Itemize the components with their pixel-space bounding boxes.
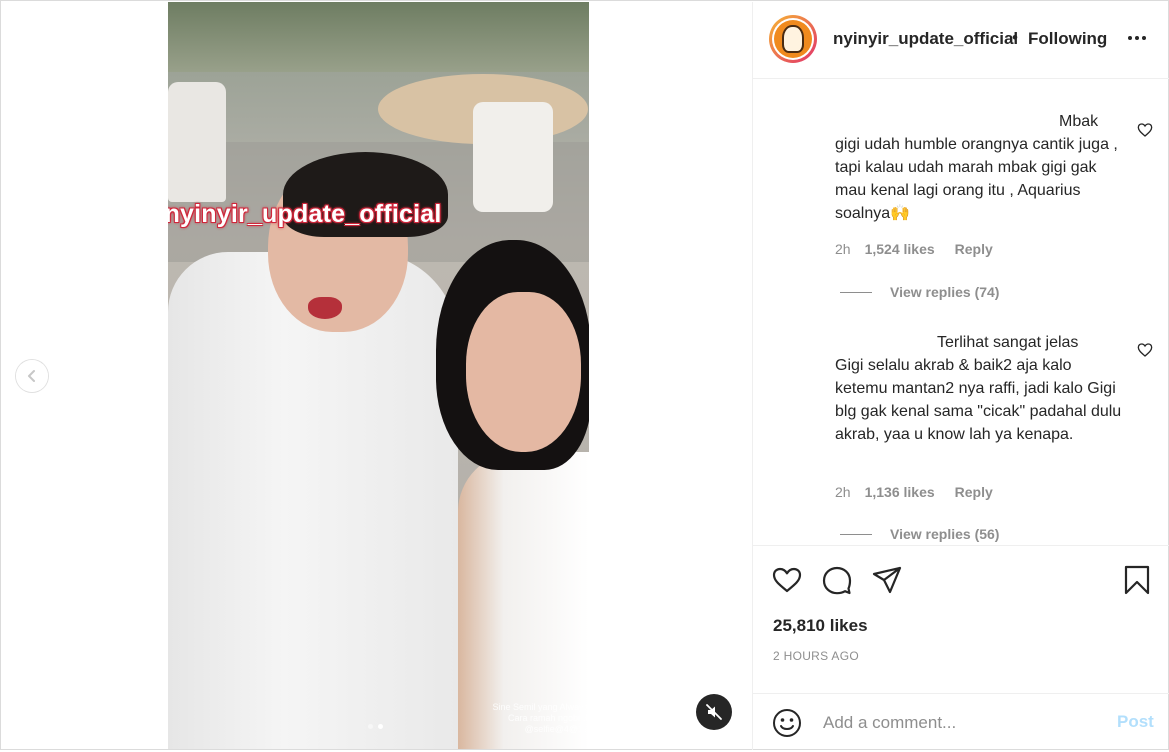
username-link[interactable]: nyinyir_update_official (833, 29, 1018, 49)
bookmark-icon[interactable] (1121, 564, 1153, 596)
reply-button[interactable]: Reply (955, 241, 993, 257)
likes-count[interactable]: 25,810 likes (773, 616, 868, 636)
avatar-ring (772, 18, 814, 60)
chevron-left-icon (28, 370, 35, 382)
divider-line (840, 533, 872, 535)
background-chair (473, 102, 553, 212)
view-replies-label: View replies (56) (890, 526, 1000, 542)
post-actions: 25,810 likes 2 HOURS AGO Post (753, 545, 1169, 751)
speaker-muted-icon (706, 704, 722, 720)
comment-bubble-icon[interactable] (821, 564, 853, 596)
person-right-face (466, 292, 581, 452)
previous-media-button[interactable] (16, 360, 48, 392)
comment-likes[interactable]: 1,524 likes (865, 241, 935, 257)
separator-dot: • (1012, 28, 1018, 47)
carousel-dot (368, 724, 373, 729)
post-dialog: @nyinyir_update_official Sine Semil yang… (0, 0, 1169, 750)
media-pane: @nyinyir_update_official Sine Semil yang… (2, 2, 751, 749)
person-left-mouth (308, 297, 342, 319)
divider-line (840, 291, 872, 293)
heart-icon[interactable] (771, 564, 803, 596)
credit-line: @selfie@4@17 (524, 724, 588, 734)
view-replies-label: View replies (74) (890, 284, 1000, 300)
comment-time: 2h (835, 241, 851, 257)
mascot-icon (782, 25, 804, 53)
comment-meta: 2h 1,136 likes Reply (835, 484, 993, 500)
post-timestamp[interactable]: 2 HOURS AGO (773, 649, 859, 663)
background-chair (168, 82, 226, 202)
background-plants (168, 2, 589, 72)
carousel-dot-active (378, 724, 383, 729)
avatar[interactable] (769, 15, 817, 63)
carousel-indicator (368, 724, 383, 729)
mute-toggle-button[interactable] (696, 694, 732, 730)
comment-input[interactable] (823, 710, 1103, 736)
comment-time: 2h (835, 484, 851, 500)
comment-item: Mbak gigi udah humble orangnya cantik ju… (835, 110, 1125, 225)
post-header: nyinyir_update_official • Following (753, 2, 1169, 79)
comments-list[interactable]: Mbak gigi udah humble orangnya cantik ju… (753, 79, 1169, 545)
comment-like-heart-icon[interactable] (1137, 122, 1153, 138)
post-comment-button[interactable]: Post (1117, 712, 1154, 732)
paper-plane-icon[interactable] (871, 564, 903, 596)
comment-likes[interactable]: 1,136 likes (865, 484, 935, 500)
following-button[interactable]: Following (1028, 29, 1107, 49)
credit-line: Cara ramah ngobrol (507, 713, 588, 723)
comment-item: Terlihat sangat jelas Gigi selalu akrab … (835, 331, 1125, 446)
comment-text: Terlihat sangat jelas Gigi selalu akrab … (835, 334, 1122, 443)
avatar-image (774, 20, 812, 58)
more-horizontal-icon[interactable] (1125, 26, 1149, 50)
video-player[interactable]: @nyinyir_update_official Sine Semil yang… (168, 2, 589, 749)
comment-composer: Post (753, 693, 1169, 752)
comment-text: Mbak gigi udah humble orangnya cantik ju… (835, 113, 1118, 222)
smiley-icon[interactable] (771, 707, 803, 739)
post-details-panel: nyinyir_update_official • Following Mbak… (752, 2, 1169, 750)
view-replies-button[interactable]: View replies (74) (840, 284, 999, 300)
comment-meta: 2h 1,524 likes Reply (835, 241, 993, 257)
comment-like-heart-icon[interactable] (1137, 342, 1153, 358)
video-watermark: @nyinyir_update_official (168, 200, 442, 228)
credit-line: Sine Semil yang Always (492, 702, 588, 712)
video-credits: Sine Semil yang Always Cara ramah ngobro… (418, 702, 588, 735)
view-replies-button[interactable]: View replies (56) (840, 526, 999, 542)
reply-button[interactable]: Reply (955, 484, 993, 500)
